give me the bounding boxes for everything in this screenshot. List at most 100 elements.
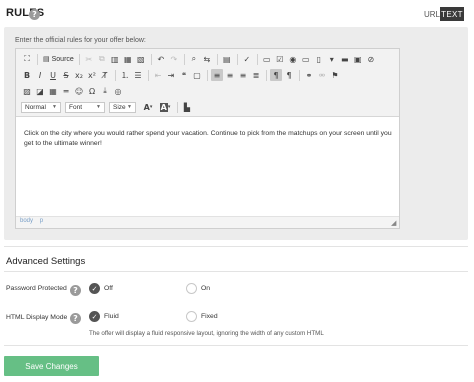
table-icon[interactable]: ▦ (47, 85, 59, 97)
editor-instructions: Enter the official rules for your offer … (15, 37, 146, 44)
image-button-icon[interactable]: ▣ (352, 53, 364, 65)
toolbar-separator (266, 69, 267, 81)
help-icon[interactable]: ? (70, 285, 81, 296)
align-right-icon[interactable]: ≡ (237, 69, 249, 81)
undo-icon[interactable]: ↶ (155, 53, 167, 65)
toolbar-separator (177, 101, 178, 113)
source-button[interactable]: ▤ Source (43, 55, 74, 64)
select-all-icon[interactable]: ▤ (221, 53, 233, 65)
path-p[interactable]: p (40, 218, 43, 224)
image-icon[interactable]: ▨ (21, 85, 33, 97)
display-fixed-radio[interactable] (186, 311, 197, 322)
section-divider (4, 345, 468, 346)
html-display-mode-label: HTML Display Mode (6, 314, 68, 321)
paste-icon[interactable]: ▥ (109, 53, 121, 65)
help-icon[interactable]: ? (70, 313, 81, 324)
size-value: Size (113, 103, 126, 111)
page-break-icon[interactable]: ⤓ (99, 85, 111, 97)
display-mode-note: The offer will display a fluid responsiv… (89, 330, 324, 337)
button-field-icon[interactable]: ▬ (339, 53, 351, 65)
help-icon[interactable]: ? (29, 9, 40, 20)
section-divider (4, 246, 468, 247)
toolbar-separator (256, 53, 258, 65)
toolbar-separator (37, 53, 38, 65)
display-fluid-label: Fluid (104, 313, 119, 320)
toolbar-separator (236, 53, 238, 65)
special-char-icon[interactable]: Ω (86, 85, 98, 97)
chevron-down-icon: ▼ (127, 104, 132, 110)
blockquote-icon[interactable]: ❝ (178, 69, 190, 81)
div-container-icon[interactable]: ▢ (191, 69, 203, 81)
radio-icon[interactable]: ◉ (287, 53, 299, 65)
editor-content[interactable]: Click on the city where you would rather… (24, 129, 394, 149)
maximize-icon[interactable]: ⛶ (21, 53, 33, 65)
source-label: Source (51, 55, 74, 63)
numbered-list-icon[interactable]: ⒈ (119, 69, 131, 81)
save-changes-button[interactable]: Save Changes (4, 356, 99, 376)
password-off-radio[interactable]: ✓ (89, 283, 100, 294)
path-body[interactable]: body (20, 218, 33, 224)
subscript-icon[interactable]: x₂ (73, 69, 85, 81)
resize-handle-icon[interactable]: ◢ (391, 219, 396, 227)
strike-icon[interactable]: S (60, 69, 72, 81)
toolbar-separator (115, 69, 116, 81)
justify-icon[interactable]: ≣ (250, 69, 262, 81)
link-icon[interactable]: ⚭ (303, 69, 315, 81)
advanced-settings-title: Advanced Settings (6, 256, 86, 267)
size-dropdown[interactable]: Size ▼ (109, 101, 136, 113)
anchor-icon[interactable]: ⚑ (329, 69, 341, 81)
toolbar-separator (148, 69, 149, 81)
spellcheck-icon[interactable]: ✓ (241, 53, 253, 65)
textfield-icon[interactable]: ▭ (300, 53, 312, 65)
replace-icon[interactable]: ⇆ (201, 53, 213, 65)
unlink-icon[interactable]: ⚮ (316, 69, 328, 81)
align-center-icon[interactable]: ≡ (224, 69, 236, 81)
text-mode-toggle[interactable]: TEXT (440, 7, 464, 21)
section-divider (4, 271, 468, 272)
find-icon[interactable]: ⌕ (188, 53, 200, 65)
url-mode-toggle[interactable]: URL (424, 10, 440, 19)
format-dropdown[interactable]: Normal ▼ (21, 101, 61, 113)
redo-icon[interactable]: ↷ (168, 53, 180, 65)
cut-icon[interactable]: ✂ (83, 53, 95, 65)
password-off-label: Off (104, 285, 113, 292)
paste-word-icon[interactable]: ▧ (135, 53, 147, 65)
copy-icon[interactable]: ⧉ (96, 53, 108, 65)
textarea-icon[interactable]: ▯ (313, 53, 325, 65)
toolbar-separator (150, 53, 152, 65)
hidden-field-icon[interactable]: ⊘ (365, 53, 377, 65)
password-on-radio[interactable] (186, 283, 197, 294)
iframe-icon[interactable]: ◎ (112, 85, 124, 97)
bold-icon[interactable]: B (21, 69, 33, 81)
element-path: body p (20, 218, 48, 224)
align-left-icon[interactable]: ≡ (211, 69, 223, 81)
superscript-icon[interactable]: x² (86, 69, 98, 81)
paste-text-icon[interactable]: ▦ (122, 53, 134, 65)
bulleted-list-icon[interactable]: ☰ (132, 69, 144, 81)
form-icon[interactable]: ▭ (261, 53, 273, 65)
editor-toolbar: ⛶ ▤ Source ✂ ⧉ ▥ ▦ ▧ ↶ ↷ ⌕ ⇆ ▤ ✓ ▭ ☑ ◉ ▭… (16, 49, 399, 117)
toolbar-separator (183, 53, 185, 65)
show-blocks-icon[interactable]: ▙ (181, 101, 193, 113)
rtl-icon[interactable]: ¶ (283, 69, 295, 81)
remove-format-icon[interactable]: T̸ (99, 69, 111, 81)
ltr-icon[interactable]: ¶ (270, 69, 282, 81)
flash-icon[interactable]: ◪ (34, 85, 46, 97)
smiley-icon[interactable]: ☺ (73, 85, 85, 97)
display-fluid-radio[interactable]: ✓ (89, 311, 100, 322)
horizontal-line-icon[interactable]: ═ (60, 85, 72, 97)
select-field-icon[interactable]: ▾ (326, 53, 338, 65)
font-value: Font (69, 103, 83, 111)
chevron-down-icon: ▼ (52, 104, 57, 110)
text-color-icon[interactable]: A ▾ (140, 101, 156, 113)
checkbox-icon[interactable]: ☑ (274, 53, 286, 65)
source-icon: ▤ (43, 56, 50, 63)
underline-icon[interactable]: U (47, 69, 59, 81)
indent-icon[interactable]: ⇥ (165, 69, 177, 81)
outdent-icon[interactable]: ⇤ (152, 69, 164, 81)
font-dropdown[interactable]: Font ▼ (65, 101, 105, 113)
editor-statusbar (16, 216, 399, 228)
format-value: Normal (25, 103, 46, 111)
italic-icon[interactable]: I (34, 69, 46, 81)
background-color-icon[interactable]: A ▾ (157, 101, 173, 113)
